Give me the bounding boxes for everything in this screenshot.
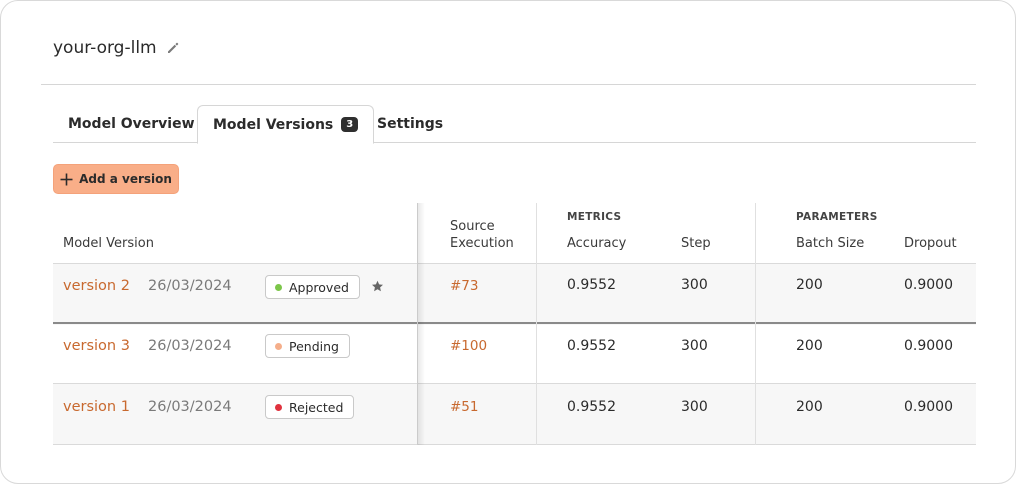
metrics-group-label: METRICS	[567, 211, 622, 223]
sticky-column-shadow	[417, 203, 425, 445]
status-dot	[275, 403, 282, 411]
header-model-version: Model Version	[63, 236, 154, 251]
batch-size-value: 200	[796, 277, 823, 293]
tab-label: Model Overview	[68, 116, 195, 132]
step-value: 300	[681, 277, 708, 293]
add-version-label: Add a version	[79, 172, 172, 186]
add-version-button[interactable]: Add a version	[53, 164, 179, 194]
star-icon[interactable]	[371, 280, 384, 293]
status-badge: Approved	[265, 275, 360, 299]
tab-label: Model Versions	[213, 116, 334, 133]
table-row[interactable]	[53, 324, 976, 385]
project-name: your-org-llm	[53, 38, 157, 58]
tab-bar: Model Overview Model Versions 3 Settings	[53, 105, 976, 144]
status-label: Rejected	[289, 399, 344, 415]
project-title: your-org-llm	[53, 38, 180, 58]
version-date: 26/03/2024	[148, 338, 232, 354]
step-value: 300	[681, 338, 708, 354]
model-card: your-org-llm Model Overview Model Versio…	[0, 0, 1016, 484]
header-accuracy: Accuracy	[567, 236, 627, 251]
accuracy-value: 0.9552	[567, 277, 616, 293]
version-date: 26/03/2024	[148, 278, 232, 294]
batch-size-value: 200	[796, 338, 823, 354]
status-label: Approved	[289, 279, 349, 295]
dropout-value: 0.9000	[904, 399, 953, 415]
row-divider	[53, 322, 976, 324]
parameters-group-label: PARAMETERS	[796, 211, 878, 223]
status-dot	[275, 342, 282, 350]
tab-label: Settings	[377, 116, 444, 132]
tab-settings[interactable]: Settings	[362, 105, 458, 143]
accuracy-value: 0.9552	[567, 399, 616, 415]
header-source-execution-2: Execution	[450, 236, 514, 251]
status-badge: Pending	[265, 334, 350, 358]
version-link[interactable]: version 1	[63, 399, 130, 415]
version-count-badge: 3	[341, 117, 359, 132]
batch-size-value: 200	[796, 399, 823, 415]
header-divider	[41, 84, 976, 85]
versions-table: Model Version Source Execution METRICS A…	[53, 203, 976, 445]
accuracy-value: 0.9552	[567, 338, 616, 354]
tab-model-versions[interactable]: Model Versions 3	[197, 105, 375, 144]
column-divider	[536, 203, 537, 445]
dropout-value: 0.9000	[904, 338, 953, 354]
header-step: Step	[681, 236, 711, 251]
pencil-icon[interactable]	[166, 41, 180, 55]
execution-link[interactable]: #51	[450, 399, 479, 415]
header-batch-size: Batch Size	[796, 236, 865, 251]
execution-link[interactable]: #73	[450, 278, 479, 294]
version-link[interactable]: version 2	[63, 278, 130, 294]
row-divider	[53, 383, 976, 384]
header-source-execution-1: Source	[450, 219, 495, 234]
header-row-divider	[53, 263, 976, 264]
dropout-value: 0.9000	[904, 277, 953, 293]
version-date: 26/03/2024	[148, 399, 232, 415]
status-badge: Rejected	[265, 395, 355, 419]
plus-icon	[60, 173, 73, 186]
table-row[interactable]	[53, 264, 976, 325]
column-divider	[755, 203, 756, 445]
execution-link[interactable]: #100	[450, 338, 487, 354]
version-link[interactable]: version 3	[63, 338, 130, 354]
status-dot	[275, 283, 282, 291]
table-bottom-border	[53, 444, 976, 445]
header-dropout: Dropout	[904, 236, 957, 251]
step-value: 300	[681, 399, 708, 415]
status-label: Pending	[289, 338, 339, 354]
tab-model-overview[interactable]: Model Overview	[53, 105, 210, 143]
